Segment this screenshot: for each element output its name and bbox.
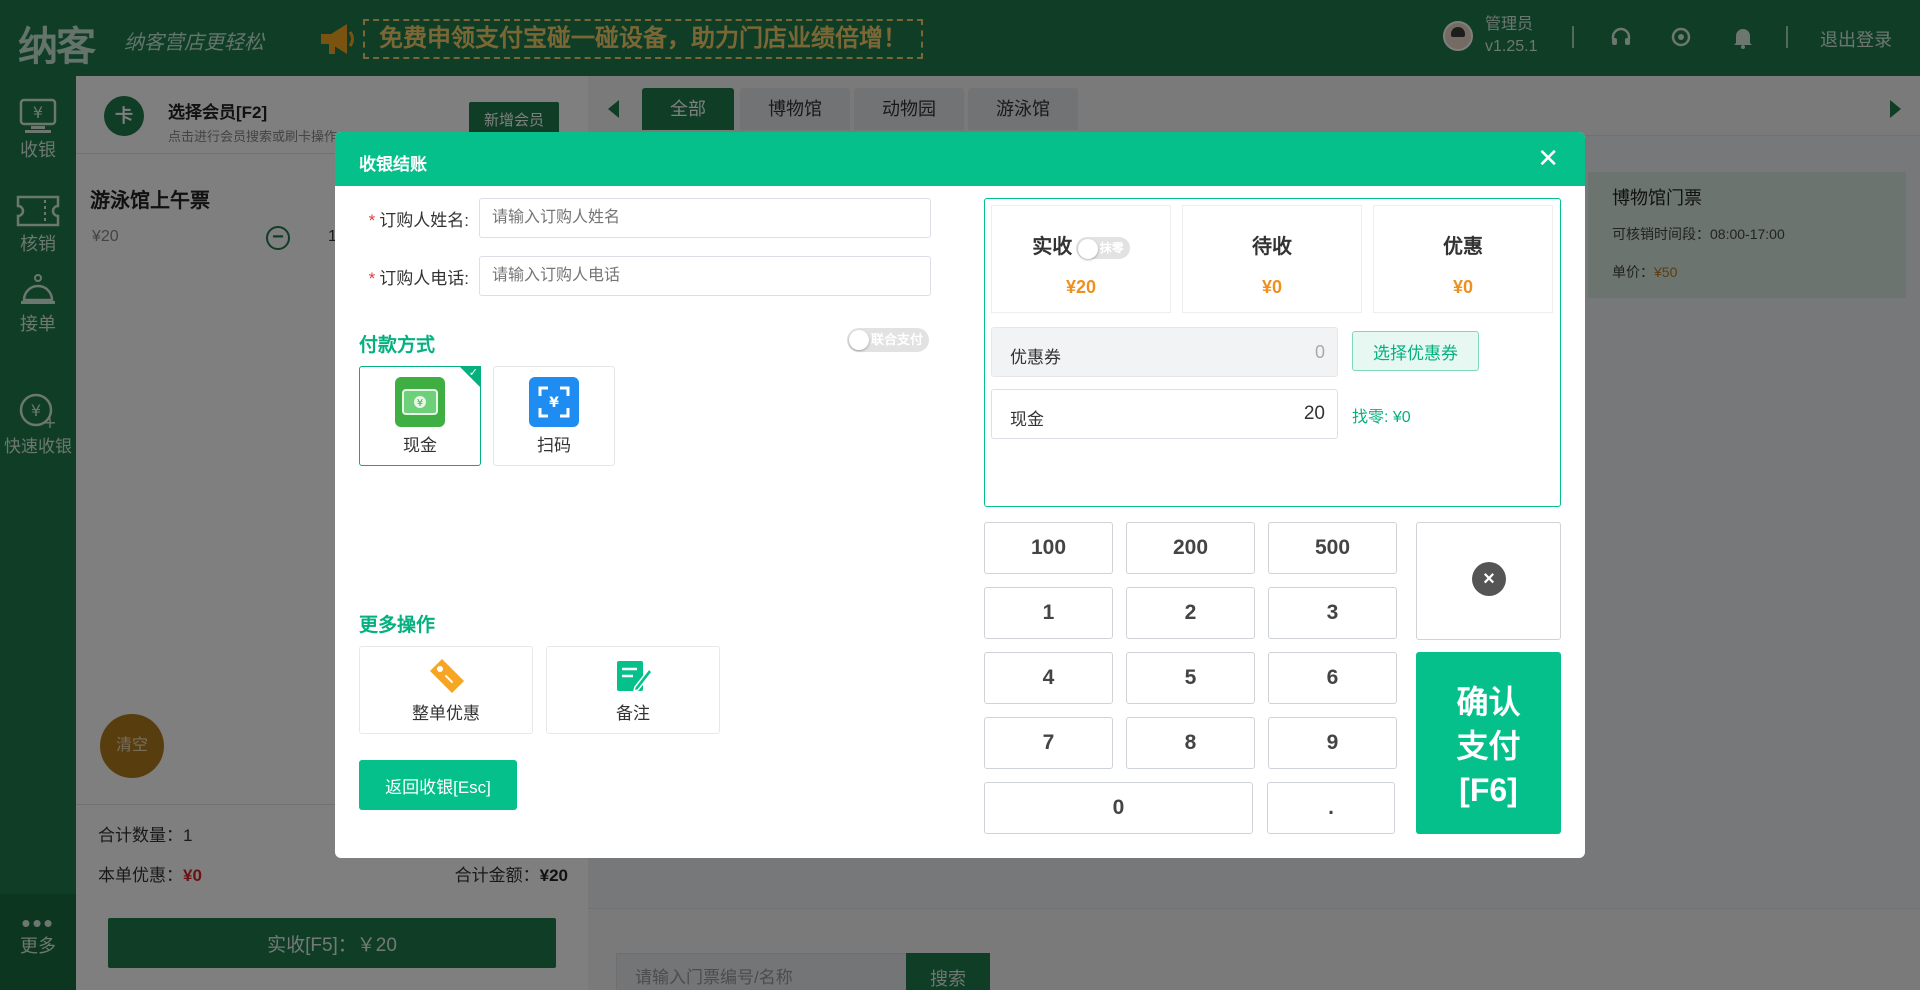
cash-label: 现金: [1010, 410, 1044, 429]
keypad-key-8[interactable]: 8: [1126, 717, 1255, 769]
modal-header: 收银结账 ✕: [335, 132, 1585, 186]
keypad-key-1[interactable]: 1: [984, 587, 1113, 639]
select-coupon-button[interactable]: 选择优惠券: [1352, 331, 1479, 371]
keypad-quick-500[interactable]: 500: [1268, 522, 1397, 574]
keypad-key-0[interactable]: 0: [984, 782, 1253, 834]
buyer-phone-label: 订购人电话:: [379, 268, 469, 288]
modal-title: 收银结账: [359, 155, 427, 174]
scan-qr-icon: ¥: [529, 377, 579, 427]
keypad-key-9[interactable]: 9: [1268, 717, 1397, 769]
keypad-backspace-button[interactable]: ×: [1416, 522, 1561, 640]
received-cell: 实收 抹零 ¥20: [991, 205, 1171, 313]
buyer-name-input[interactable]: [479, 198, 931, 238]
op-label: 整单优惠: [412, 704, 480, 723]
payment-cash-option[interactable]: ✓ ¥ 现金: [359, 366, 481, 466]
discount-label: 优惠: [1443, 236, 1483, 258]
coupon-value: 0: [1314, 342, 1325, 362]
confirm-label-line: 支付: [1456, 728, 1521, 764]
keypad-quick-200[interactable]: 200: [1126, 522, 1255, 574]
svg-text:¥: ¥: [417, 398, 423, 409]
buyer-phone-input[interactable]: [479, 256, 931, 296]
buyer-name-label: 订购人姓名:: [379, 210, 469, 230]
coupon-label: 优惠券: [1010, 348, 1061, 367]
confirm-label-line: [F6]: [1459, 772, 1518, 808]
payment-summary: 实收 抹零 ¥20 待收 ¥0 优惠 ¥0 优惠券 0 选择优惠券 现金 20 …: [984, 198, 1561, 507]
order-discount-button[interactable]: 整单优惠: [359, 646, 533, 734]
payment-method-title: 付款方式: [359, 335, 436, 356]
payment-method-label: 扫码: [537, 436, 571, 455]
op-label: 备注: [616, 704, 650, 723]
svg-text:¥: ¥: [549, 395, 559, 411]
note-edit-icon: [617, 661, 653, 693]
cash-amount-field[interactable]: 现金 20: [991, 389, 1338, 439]
round-off-toggle[interactable]: 抹零: [1075, 236, 1130, 259]
pending-cell: 待收 ¥0: [1182, 205, 1362, 313]
coupon-field[interactable]: 优惠券 0: [991, 327, 1338, 377]
note-button[interactable]: 备注: [546, 646, 720, 734]
change-amount: 找零: ¥0: [1352, 409, 1411, 426]
payment-scan-option[interactable]: ¥ 扫码: [493, 366, 615, 466]
discount-cell: 优惠 ¥0: [1373, 205, 1553, 313]
pending-label: 待收: [1252, 236, 1292, 258]
keypad-key-7[interactable]: 7: [984, 717, 1113, 769]
confirm-label-line: 确认: [1456, 684, 1521, 720]
buyer-phone-row: * 订购人电话:: [335, 256, 931, 296]
keypad-key-dot[interactable]: .: [1267, 782, 1395, 834]
payment-method-label: 现金: [403, 436, 437, 455]
checkout-modal: 收银结账 ✕ *订购人姓名: *订购人电话: 付款方式 联合支付 ✓ ¥ 现金 …: [335, 132, 1585, 858]
keypad-key-5[interactable]: 5: [1126, 652, 1255, 704]
keypad-key-3[interactable]: 3: [1268, 587, 1397, 639]
keypad-quick-100[interactable]: 100: [984, 522, 1113, 574]
cash-value: 20: [1303, 403, 1325, 424]
confirm-payment-button[interactable]: 确认 支付 [F6]: [1416, 652, 1561, 834]
received-label: 实收: [1032, 236, 1073, 258]
keypad-key-4[interactable]: 4: [984, 652, 1113, 704]
discount-tag-icon: [430, 659, 464, 693]
more-ops-title: 更多操作: [359, 615, 436, 636]
buyer-name-row: * 订购人姓名:: [335, 198, 931, 238]
back-to-cashier-button[interactable]: 返回收银[Esc]: [359, 760, 517, 810]
discount-value: ¥0: [1452, 277, 1474, 297]
cash-icon: ¥: [395, 377, 445, 427]
combined-pay-toggle[interactable]: 联合支付: [847, 328, 930, 352]
received-value: ¥20: [1065, 277, 1097, 297]
keypad-key-2[interactable]: 2: [1126, 587, 1255, 639]
pending-value: ¥0: [1261, 277, 1283, 297]
keypad-key-6[interactable]: 6: [1268, 652, 1397, 704]
close-icon[interactable]: ✕: [1537, 145, 1559, 171]
delete-icon: ×: [1472, 562, 1506, 596]
